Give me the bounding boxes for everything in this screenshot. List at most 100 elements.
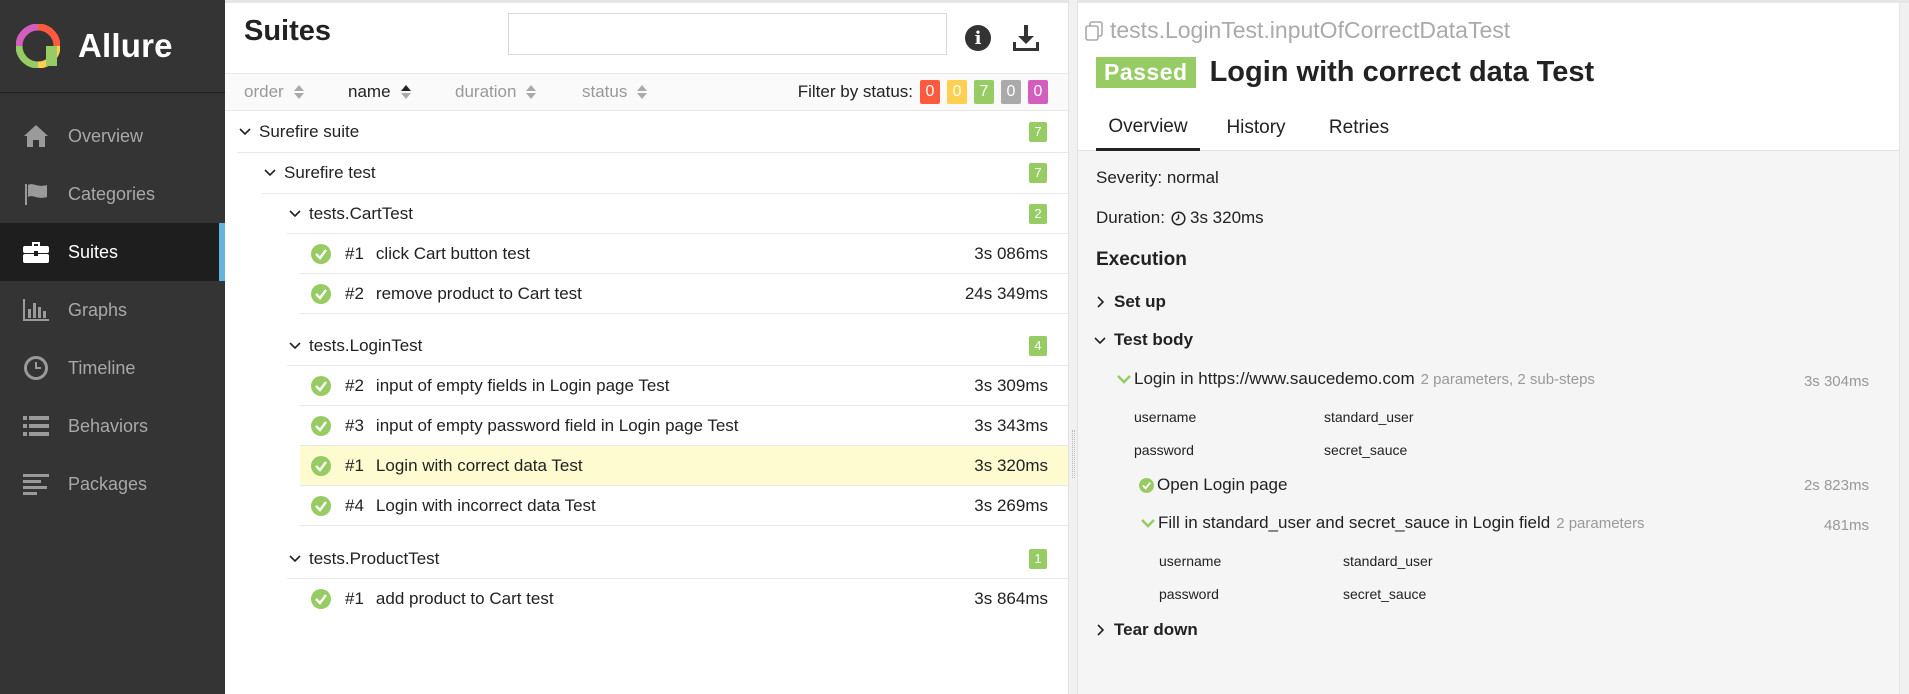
chevron-down-icon [289, 554, 301, 562]
search-input[interactable] [508, 13, 947, 55]
tab-history[interactable]: History [1211, 105, 1301, 151]
status-badge: Passed [1096, 57, 1196, 88]
sort-by-duration[interactable]: duration [455, 74, 537, 110]
test-case-name: input of empty password field in Login p… [375, 415, 739, 435]
test-path-text: tests.LoginTest.inputOfCorrectDataTest [1110, 17, 1511, 43]
sidebar-item-categories[interactable]: Categories [0, 165, 225, 223]
filter-failed-badge[interactable]: 0 [920, 80, 940, 104]
duration-row: Duration: 3s 320ms [1096, 208, 1264, 228]
pane-splitter[interactable] [1068, 0, 1078, 694]
chevron-right-icon [1097, 624, 1105, 636]
param-key: username [1134, 409, 1197, 425]
check-circle-icon [311, 243, 331, 264]
filter-unknown-badge[interactable]: 0 [1028, 80, 1048, 104]
test-case-row[interactable]: #4 Login with incorrect data Test 3s 269… [300, 486, 1068, 526]
test-case-name: add product to Cart test [375, 589, 554, 608]
test-case-number: #3 [345, 415, 364, 435]
test-case-row-selected[interactable]: #1 Login with correct data Test 3s 320ms [300, 446, 1068, 486]
check-circle-icon [311, 415, 331, 436]
sidebar-item-graphs[interactable]: Graphs [0, 281, 225, 339]
sort-label: order [244, 82, 284, 101]
tab-retries[interactable]: Retries [1314, 105, 1404, 151]
step-meta: 2 parameters [1556, 514, 1645, 532]
check-circle-icon [311, 283, 331, 304]
sort-arrows-icon [293, 85, 304, 99]
step-fill-login[interactable]: Fill in standard_user and secret_sauce i… [1140, 513, 1645, 533]
severity-label: Severity: normal [1096, 168, 1219, 187]
tree-suite-row[interactable]: Surefire suite 7 [237, 111, 1068, 153]
overview-content: Severity: normal Duration: 3s 320ms Exec… [1078, 151, 1899, 694]
sidebar-item-label: Behaviors [68, 415, 149, 436]
test-case-name: click Cart button test [375, 243, 530, 263]
filter-passed-badge[interactable]: 7 [974, 80, 994, 104]
sort-by-name[interactable]: name [348, 74, 411, 110]
check-circle-icon [1139, 477, 1154, 493]
chevron-right-icon [1097, 296, 1105, 308]
param-key: password [1134, 442, 1194, 458]
suite-name: Surefire suite [259, 121, 360, 141]
setup-toggle[interactable]: Set up [1094, 292, 1166, 312]
sort-by-order[interactable]: order [244, 74, 304, 110]
param-key: username [1159, 553, 1222, 569]
suite-count-badge: 7 [1029, 121, 1047, 142]
test-case-duration: 3s 320ms [974, 455, 1048, 475]
clock-icon [22, 354, 50, 382]
suites-header: Suites i [225, 3, 1068, 73]
test-case-number: #1 [345, 455, 364, 475]
sort-arrows-icon [637, 85, 648, 99]
download-icon[interactable] [1011, 23, 1041, 53]
sort-label: name [348, 82, 391, 101]
group-name: tests.ProductTest [309, 548, 440, 568]
brand[interactable]: Allure [0, 0, 225, 93]
splitter-grip-icon [1072, 430, 1075, 478]
test-body-toggle[interactable]: Test body [1094, 330, 1193, 350]
group-count-badge: 2 [1029, 203, 1047, 224]
test-case-name: remove product to Cart test [375, 283, 582, 303]
sidebar-item-timeline[interactable]: Timeline [0, 339, 225, 397]
page-title: Suites [244, 15, 332, 47]
sort-arrows-icon [526, 85, 537, 99]
info-icon[interactable]: i [965, 25, 991, 51]
test-name: Surefire test [284, 163, 376, 182]
step-open-login[interactable]: Open Login page [1139, 475, 1287, 495]
tree-test-row[interactable]: Surefire test 7 [262, 153, 1068, 194]
sort-by-status[interactable]: status [582, 74, 648, 110]
sidebar-item-overview[interactable]: Overview [0, 107, 225, 165]
suites-pane: Suites i order name duration status Filt… [225, 0, 1068, 694]
test-case-row[interactable]: #2 remove product to Cart test 24s 349ms [300, 274, 1068, 314]
group-name: tests.LoginTest [309, 335, 423, 355]
sidebar-item-label: Packages [68, 473, 148, 494]
sidebar-item-packages[interactable]: Packages [0, 455, 225, 513]
step-login[interactable]: Login in https://www.saucedemo.com 2 par… [1116, 369, 1595, 389]
tab-overview[interactable]: Overview [1096, 105, 1200, 151]
test-case-duration: 3s 309ms [974, 375, 1048, 395]
tree-group-row[interactable]: tests.ProductTest 1 [287, 539, 1068, 579]
test-case-row[interactable]: #3 input of empty password field in Logi… [300, 406, 1068, 446]
sidebar-item-label: Graphs [68, 299, 128, 320]
group-name: tests.CartTest [309, 203, 413, 223]
status-filter: Filter by status: 0 0 7 0 0 [798, 74, 1048, 110]
sidebar-nav: Overview Categories Suites Graphs Timeli… [0, 107, 225, 513]
sidebar-item-behaviors[interactable]: Behaviors [0, 397, 225, 455]
test-case-duration: 24s 349ms [964, 283, 1048, 303]
filter-skipped-badge[interactable]: 0 [1001, 80, 1021, 104]
test-case-row[interactable]: #1 click Cart button test 3s 086ms [300, 234, 1068, 274]
tree-group-row[interactable]: tests.CartTest 2 [287, 194, 1068, 234]
test-case-name: Login with correct data Test [375, 455, 583, 475]
teardown-toggle[interactable]: Tear down [1094, 620, 1198, 640]
check-circle-icon [311, 455, 331, 476]
test-case-number: #1 [345, 243, 364, 263]
test-case-row[interactable]: #2 input of empty fields in Login page T… [300, 366, 1068, 406]
copy-icon[interactable] [1084, 20, 1104, 41]
test-title: Passed Login with correct data Test [1096, 56, 1594, 89]
check-circle-icon [311, 495, 331, 516]
tree-group-row[interactable]: tests.LoginTest 4 [287, 326, 1068, 366]
sidebar-item-suites[interactable]: Suites [0, 223, 225, 281]
sidebar-item-label: Timeline [68, 357, 136, 378]
test-case-row[interactable]: #1 add product to Cart test 3s 864ms [300, 579, 1068, 619]
sidebar-item-label: Categories [68, 183, 156, 204]
param-value: standard_user [1343, 553, 1433, 569]
test-body-label: Test body [1114, 330, 1194, 349]
filter-broken-badge[interactable]: 0 [947, 80, 967, 104]
scrollbar[interactable] [1899, 3, 1909, 694]
